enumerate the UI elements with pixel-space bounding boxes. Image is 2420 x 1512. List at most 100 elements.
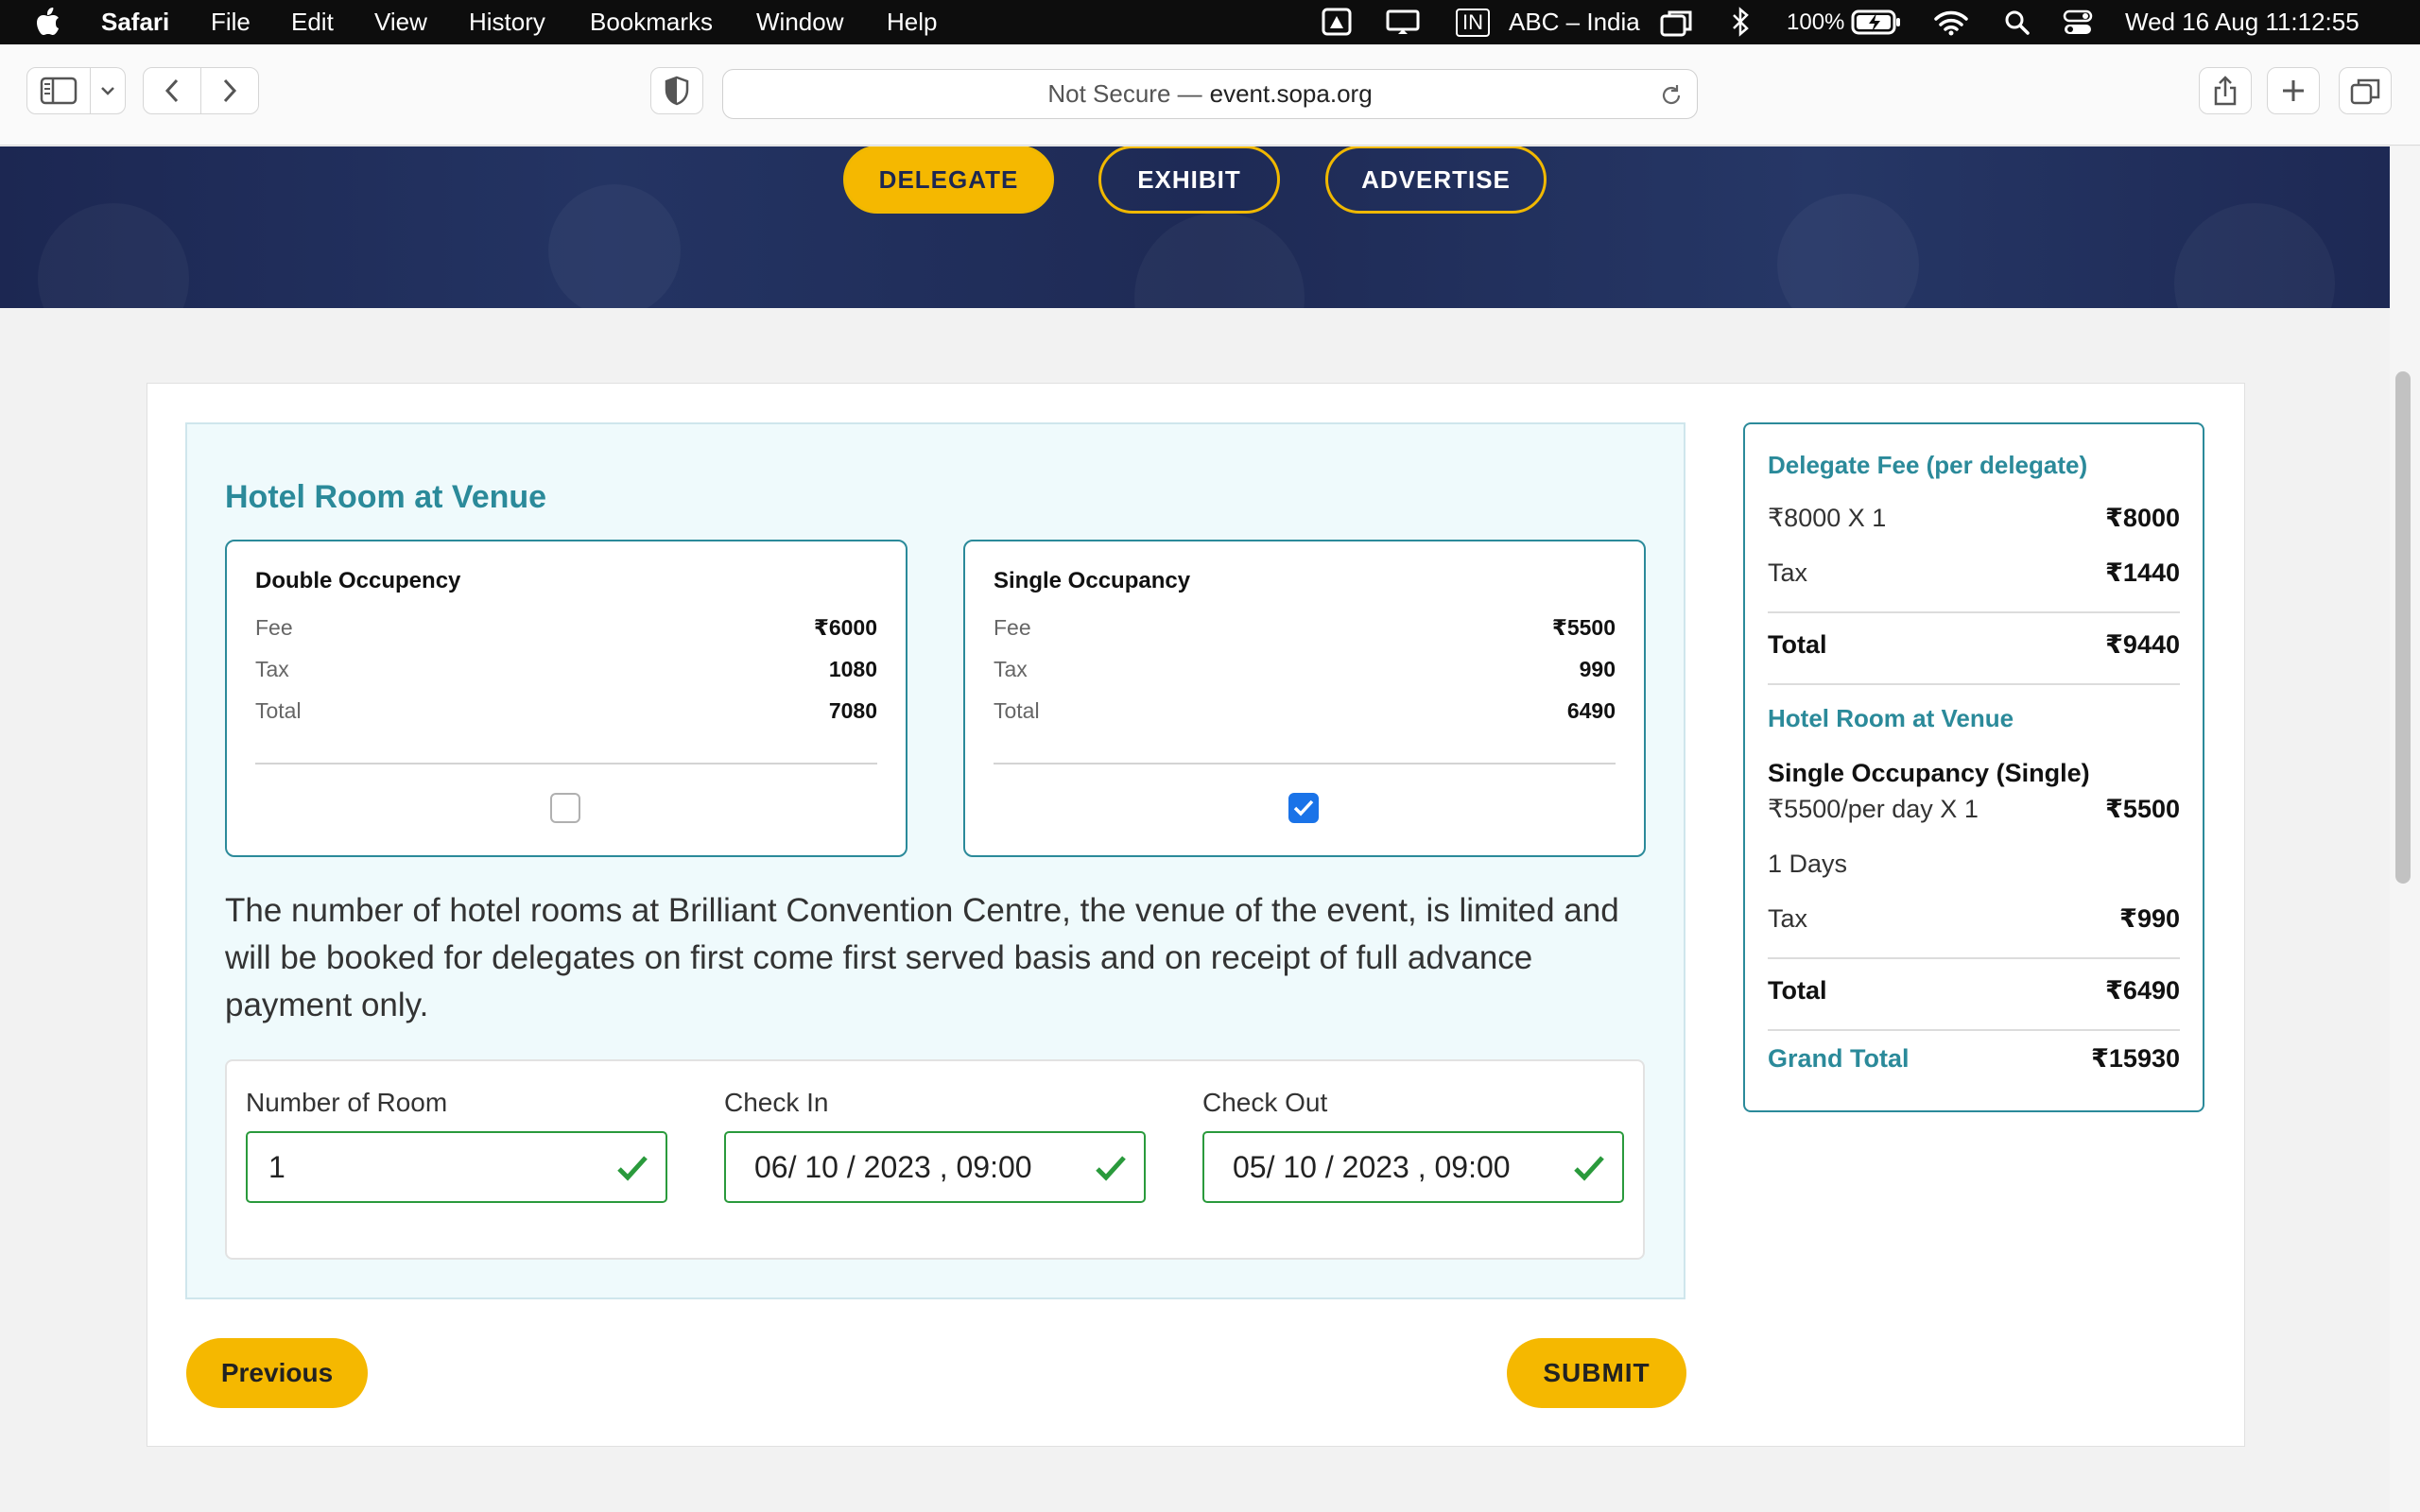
app-menu-safari[interactable]: Safari: [101, 7, 169, 38]
total-value: 6490: [1566, 698, 1616, 723]
privacy-report-button[interactable]: [650, 67, 703, 114]
checkmark-icon: [1293, 799, 1314, 816]
hotel-tax-label: Tax: [1768, 904, 1808, 933]
hotel-tax: ₹990: [2119, 904, 2180, 933]
delegate-tax: ₹1440: [2105, 558, 2180, 587]
fee-value: ₹6000: [813, 615, 877, 640]
divider: [255, 763, 877, 765]
chevron-down-icon: [101, 87, 114, 95]
checkin-label: Check In: [724, 1088, 829, 1117]
drive-icon[interactable]: [1322, 8, 1352, 36]
checkin-value: 06/ 10 / 2023 , 09:00: [754, 1149, 1032, 1184]
rooms-input[interactable]: 1: [246, 1131, 667, 1203]
nav-advertise-button[interactable]: ADVERTISE: [1325, 146, 1547, 214]
hotel-days: 1 Days: [1768, 850, 1848, 878]
menu-history[interactable]: History: [469, 7, 545, 38]
delegate-total: ₹9440: [2105, 630, 2180, 659]
hotel-section-title: Hotel Room at Venue: [225, 479, 547, 515]
menu-file[interactable]: File: [211, 7, 251, 38]
hero-banner: DELEGATE EXHIBIT ADVERTISE: [0, 146, 2420, 308]
scrollbar-thumb[interactable]: [2395, 371, 2411, 884]
forward-button[interactable]: [200, 67, 259, 114]
hotel-type: Single Occupancy (Single): [1768, 759, 2090, 787]
back-button[interactable]: [143, 67, 201, 114]
nav-delegate-button[interactable]: DELEGATE: [843, 146, 1054, 214]
menu-edit[interactable]: Edit: [291, 7, 334, 38]
share-button[interactable]: [2199, 67, 2252, 114]
menu-bookmarks[interactable]: Bookmarks: [590, 7, 713, 38]
fee-label: Fee: [994, 615, 1031, 640]
battery-percent: 100%: [1787, 9, 1845, 35]
hotel-amount: ₹5500: [2105, 795, 2180, 823]
url-host: event.sopa.org: [1209, 79, 1373, 108]
menu-clock[interactable]: Wed 16 Aug 11:12:55: [2125, 7, 2360, 38]
checkout-value: 05/ 10 / 2023 , 09:00: [1233, 1149, 1511, 1184]
divider: [1768, 611, 2180, 613]
bluetooth-icon[interactable]: [1730, 7, 1751, 37]
option-title: Double Occupency: [255, 568, 461, 593]
delegate-total-label: Total: [1768, 630, 1827, 659]
shield-icon: [665, 76, 689, 106]
new-tab-button[interactable]: [2267, 67, 2320, 114]
tax-value: 990: [1579, 657, 1616, 681]
total-label: Total: [994, 698, 1040, 723]
input-source-badge[interactable]: IN: [1456, 9, 1490, 37]
tax-label: Tax: [994, 657, 1028, 681]
divider: [1768, 683, 2180, 685]
control-center-icon[interactable]: [2063, 9, 2093, 37]
battery-charging-icon[interactable]: [1851, 9, 1902, 35]
double-occupancy-checkbox[interactable]: [550, 793, 580, 823]
fee-value: ₹5500: [1551, 615, 1616, 640]
checkout-input[interactable]: 05/ 10 / 2023 , 09:00: [1202, 1131, 1624, 1203]
divider: [1768, 1029, 2180, 1031]
tab-groups-dropdown[interactable]: [90, 67, 126, 114]
menu-window[interactable]: Window: [756, 7, 843, 38]
tab-overview-button[interactable]: [2339, 67, 2392, 114]
spotlight-search-icon[interactable]: [2004, 9, 2031, 36]
menu-bar: Safari File Edit View History Bookmarks …: [0, 0, 2420, 44]
address-bar[interactable]: Not Secure — event.sopa.org: [722, 69, 1698, 119]
hotel-availability-note: The number of hotel rooms at Brilliant C…: [225, 892, 1619, 1023]
total-label: Total: [255, 698, 302, 723]
chevron-right-icon: [223, 78, 237, 103]
valid-check-icon: [1096, 1156, 1126, 1181]
page-scrollbar[interactable]: [2390, 146, 2420, 1512]
submit-button[interactable]: SUBMIT: [1507, 1338, 1686, 1408]
share-icon: [2214, 76, 2237, 106]
fee-label: Fee: [255, 615, 293, 640]
menu-view[interactable]: View: [374, 7, 427, 38]
double-occupancy-option[interactable]: Double Occupency Fee ₹6000 Tax 1080 Total 7…: [225, 540, 908, 857]
single-occupancy-option[interactable]: Single Occupancy Fee ₹5500 Tax 990 Total 64…: [963, 540, 1646, 857]
checkout-label: Check Out: [1202, 1088, 1328, 1117]
sidebar-icon: [40, 77, 78, 105]
booking-form: Number of Room 1 Check In 06/ 10 / 2023 …: [225, 1059, 1645, 1260]
valid-check-icon: [1574, 1156, 1604, 1181]
delegate-qty: ₹8000 X 1: [1768, 504, 1887, 532]
checkin-input[interactable]: 06/ 10 / 2023 , 09:00: [724, 1131, 1146, 1203]
plus-icon: [2283, 80, 2304, 101]
display-icon[interactable]: [1386, 9, 1420, 36]
hotel-total-label: Total: [1768, 976, 1827, 1005]
window-stack-icon[interactable]: [1660, 9, 1694, 37]
delegate-fee-title: Delegate Fee (per delegate): [1768, 451, 2088, 479]
grand-total: ₹15930: [2091, 1044, 2180, 1073]
hotel-room-section: Hotel Room at Venue Double Occupency Fee…: [185, 422, 1685, 1299]
fee-summary-panel: Delegate Fee (per delegate) ₹8000 X 1 ₹80…: [1743, 422, 2204, 1112]
reload-icon[interactable]: [1659, 83, 1684, 108]
url-security-label: Not Secure —: [1047, 79, 1202, 108]
total-value: 7080: [828, 698, 877, 723]
apple-icon[interactable]: [36, 8, 60, 36]
single-occupancy-checkbox[interactable]: [1288, 793, 1319, 823]
grand-total-label: Grand Total: [1768, 1044, 1910, 1073]
menu-help[interactable]: Help: [887, 7, 937, 38]
valid-check-icon: [617, 1156, 648, 1181]
previous-button[interactable]: Previous: [186, 1338, 368, 1408]
wifi-icon[interactable]: [1934, 9, 1968, 36]
hotel-total: ₹6490: [2105, 976, 2180, 1005]
chevron-left-icon: [164, 78, 179, 103]
divider: [994, 763, 1616, 765]
browser-toolbar: Not Secure — event.sopa.org: [0, 44, 2420, 146]
keyboard-layout-label[interactable]: ABC – India: [1509, 7, 1640, 38]
nav-exhibit-button[interactable]: EXHIBIT: [1098, 146, 1280, 214]
sidebar-toggle-button[interactable]: [26, 67, 91, 114]
